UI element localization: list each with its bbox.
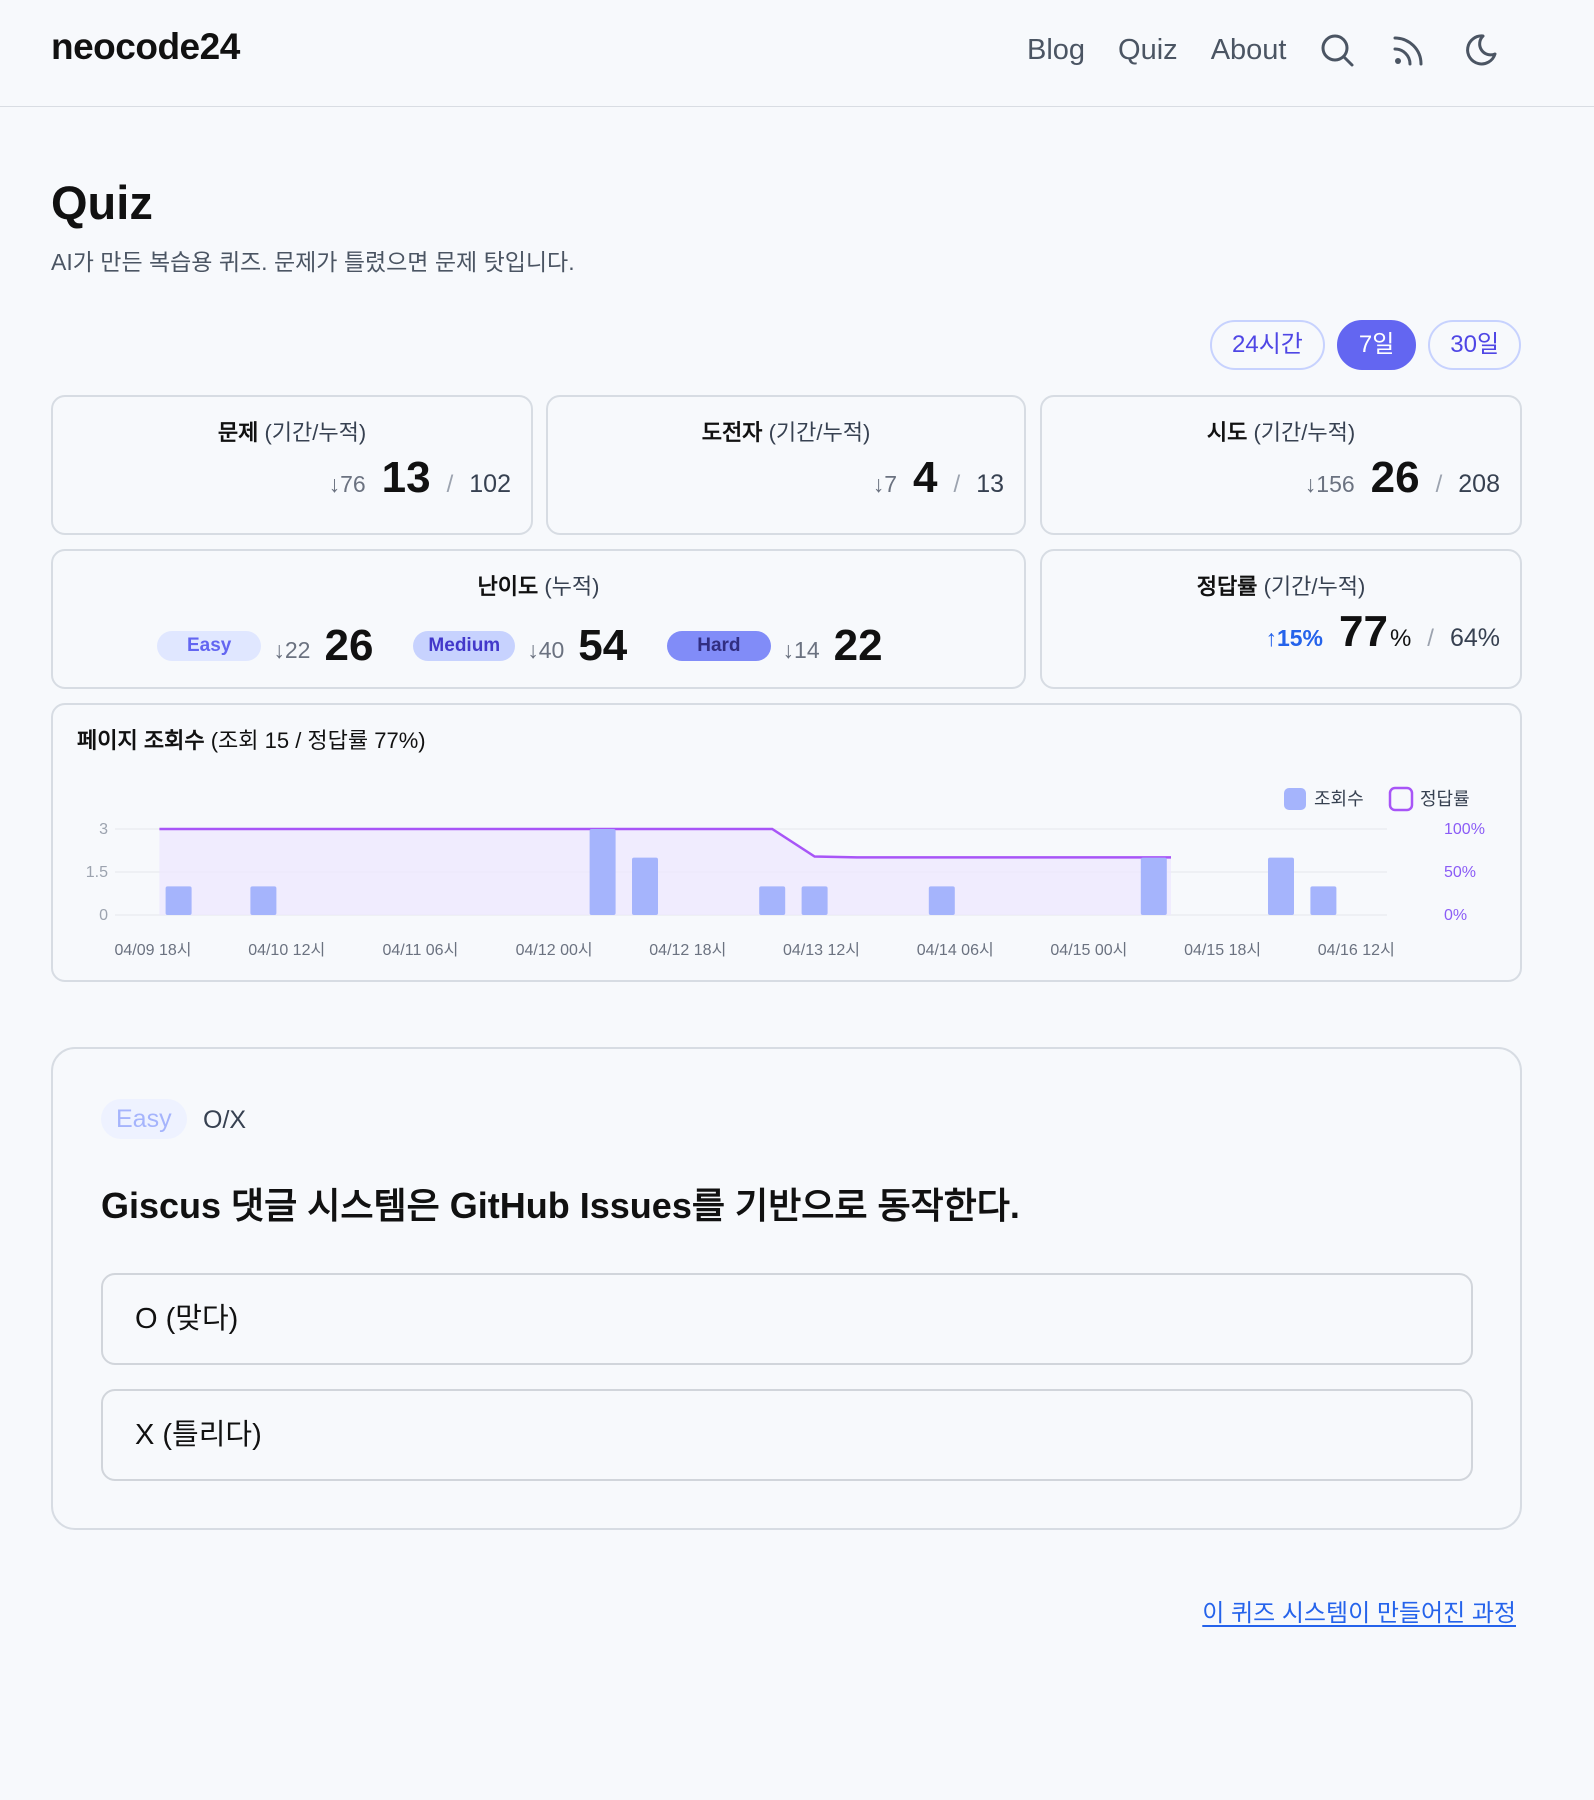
stat-card-accuracy: 정답률 (기간/누적) ↑15% 77% / 64% bbox=[1040, 549, 1522, 689]
y-tick-label: 0 bbox=[99, 907, 108, 924]
stat-delta: ↓7 bbox=[872, 471, 898, 497]
difficulty-hard: Hard ↓14 22 bbox=[667, 621, 883, 671]
difficulty-delta: ↓40 bbox=[527, 636, 565, 663]
stat-row: ↓7 4 / 13 bbox=[873, 453, 1004, 503]
stat-separator: / bbox=[1427, 625, 1434, 652]
period-tabs: 24시간 7일 30일 bbox=[1210, 320, 1522, 370]
x-tick-label: 04/10 12시 bbox=[248, 942, 325, 959]
hard-badge: Hard bbox=[667, 631, 771, 661]
stat-unit: % bbox=[1389, 625, 1412, 652]
difficulty-delta: ↓14 bbox=[782, 636, 820, 663]
difficulty-value: 54 bbox=[578, 621, 628, 670]
stat-total: 208 bbox=[1458, 470, 1500, 498]
rss-icon[interactable] bbox=[1391, 32, 1427, 68]
main-nav: Blog Quiz About bbox=[1027, 32, 1499, 68]
y2-tick-label: 0% bbox=[1444, 907, 1467, 924]
card-label: 문제 (기간/누적) bbox=[217, 420, 367, 445]
difficulty-delta: ↓22 bbox=[273, 636, 311, 663]
y2-tick-label: 50% bbox=[1444, 864, 1476, 881]
views-bar bbox=[589, 829, 616, 915]
difficulty-value: 22 bbox=[833, 621, 883, 670]
page-views-chart: 3 1.5 0 100% 50% 0% 04/09 18시 04/10 12시 04/11 06… bbox=[86, 786, 1485, 959]
easy-badge: Easy bbox=[157, 631, 262, 661]
stat-value: 26 bbox=[1370, 453, 1420, 502]
y-tick-label: 3 bbox=[99, 821, 108, 838]
quiz-option-x[interactable]: X (틀리다) bbox=[101, 1389, 1473, 1481]
nav-about[interactable]: About bbox=[1211, 32, 1287, 68]
legend-accuracy-swatch bbox=[1388, 786, 1414, 812]
nav-blog[interactable]: Blog bbox=[1027, 32, 1085, 68]
views-bar bbox=[1310, 886, 1337, 915]
page-description: AI가 만든 복습용 퀴즈. 문제가 틀렸으면 문제 탓입니다. bbox=[51, 249, 575, 275]
moon-icon[interactable] bbox=[1463, 32, 1499, 68]
x-tick-label: 04/15 18시 bbox=[1184, 942, 1261, 959]
tab-7d[interactable]: 7일 bbox=[1336, 320, 1417, 370]
site-header: neocode24 Blog Quiz About bbox=[0, 0, 1594, 107]
stat-delta: ↑15% bbox=[1265, 625, 1323, 651]
tab-30d[interactable]: 30일 bbox=[1428, 320, 1522, 370]
x-tick-label: 04/15 00시 bbox=[1050, 942, 1127, 959]
stat-value: 77 bbox=[1338, 607, 1388, 656]
views-bar bbox=[1140, 857, 1167, 915]
difficulty-medium: Medium ↓40 54 bbox=[413, 621, 627, 671]
medium-badge: Medium bbox=[413, 631, 516, 661]
quiz-difficulty-badge: Easy bbox=[101, 1099, 187, 1139]
x-tick-label: 04/11 06시 bbox=[382, 942, 458, 959]
difficulty-row: Easy ↓22 26 Medium ↓40 54 Hard ↓14 22 bbox=[157, 621, 923, 671]
page-title: Quiz bbox=[51, 176, 153, 229]
quiz-question: Giscus 댓글 시스템은 GitHub Issues를 기반으로 동작한다. bbox=[101, 1185, 1020, 1226]
stat-card-attempts: 시도 (기간/누적) ↓156 26 / 208 bbox=[1040, 395, 1522, 535]
card-label: 난이도 (누적) bbox=[477, 574, 600, 599]
stat-delta: ↓156 bbox=[1304, 471, 1355, 497]
stat-card-problems: 문제 (기간/누적) ↓76 13 / 102 bbox=[51, 395, 533, 535]
card-label: 도전자 (기간/누적) bbox=[701, 420, 871, 445]
stat-row: ↓76 13 / 102 bbox=[329, 453, 511, 503]
card-label: 정답률 (기간/누적) bbox=[1196, 574, 1366, 599]
y2-tick-label: 100% bbox=[1444, 821, 1485, 838]
stat-card-challengers: 도전자 (기간/누적) ↓7 4 / 13 bbox=[546, 395, 1026, 535]
stat-row: ↑15% 77% / 64% bbox=[1265, 607, 1500, 657]
stat-separator: / bbox=[1435, 471, 1443, 498]
x-tick-label: 04/12 00시 bbox=[516, 942, 593, 959]
views-bar bbox=[1268, 857, 1294, 915]
difficulty-value: 26 bbox=[324, 621, 374, 670]
stat-total: 64% bbox=[1449, 624, 1500, 652]
stat-delta: ↓76 bbox=[328, 471, 366, 497]
x-tick-label: 04/16 12시 bbox=[1318, 942, 1395, 959]
quiz-card: Easy O/X Giscus 댓글 시스템은 GitHub Issues를 기… bbox=[51, 1047, 1522, 1530]
stat-card-difficulty: 난이도 (누적) Easy ↓22 26 Medium ↓40 54 Hard … bbox=[51, 549, 1026, 689]
stat-row: ↓156 26 / 208 bbox=[1305, 453, 1500, 503]
legend-views-label: 조회수 bbox=[1314, 789, 1364, 809]
quiz-making-link[interactable]: 이 퀴즈 시스템이 만들어진 과정 bbox=[1202, 1593, 1516, 1628]
legend-accuracy-label: 정답률 bbox=[1420, 789, 1470, 809]
stat-separator: / bbox=[953, 471, 961, 498]
card-label: 시도 (기간/누적) bbox=[1206, 420, 1356, 445]
y-tick-label: 1.5 bbox=[86, 864, 108, 881]
accuracy-area bbox=[159, 829, 1171, 915]
views-bar bbox=[632, 857, 658, 915]
x-tick-label: 04/14 06시 bbox=[917, 942, 994, 959]
stat-total: 102 bbox=[469, 470, 511, 498]
x-tick-label: 04/12 18시 bbox=[649, 942, 726, 959]
views-bar bbox=[759, 886, 786, 915]
tab-24h[interactable]: 24시간 bbox=[1210, 320, 1325, 370]
views-bar bbox=[165, 886, 192, 915]
stat-total: 13 bbox=[976, 470, 1004, 498]
views-bar bbox=[250, 886, 277, 915]
site-logo[interactable]: neocode24 bbox=[51, 26, 240, 68]
quiz-type: O/X bbox=[203, 1106, 247, 1134]
stat-value: 13 bbox=[381, 453, 431, 502]
views-bar bbox=[801, 886, 828, 915]
difficulty-easy: Easy ↓22 26 bbox=[157, 621, 373, 671]
x-tick-label: 04/09 18시 bbox=[114, 942, 191, 959]
legend-views-swatch bbox=[1284, 788, 1306, 810]
search-icon[interactable] bbox=[1319, 32, 1355, 68]
stat-separator: / bbox=[446, 471, 454, 498]
chart-card: 페이지 조회수 (조회 15 / 정답률 77%) 3 1.5 0 100% 50% 0%… bbox=[51, 703, 1522, 982]
views-bar bbox=[928, 886, 955, 915]
quiz-option-o[interactable]: O (맞다) bbox=[101, 1273, 1473, 1365]
stat-value: 4 bbox=[913, 453, 938, 502]
nav-quiz[interactable]: Quiz bbox=[1118, 32, 1178, 68]
x-tick-label: 04/13 12시 bbox=[783, 942, 860, 959]
